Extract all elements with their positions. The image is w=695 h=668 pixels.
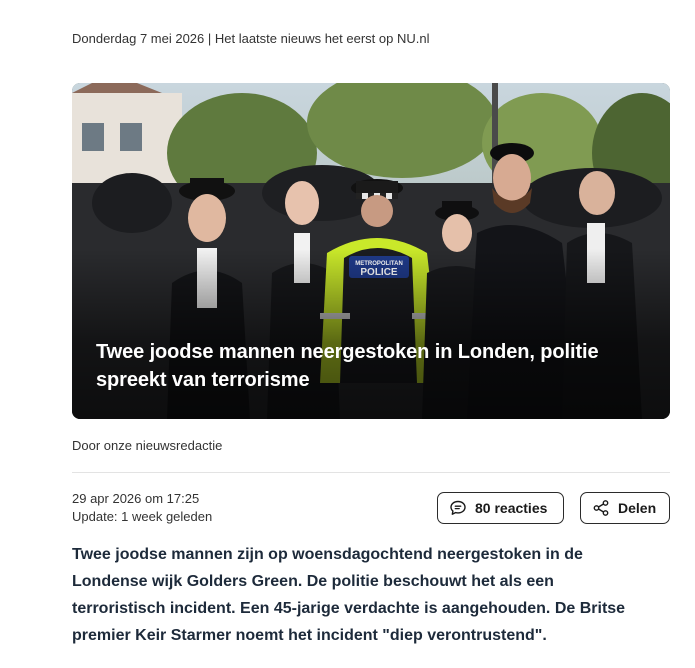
share-label: Delen	[618, 500, 657, 516]
article-intro: Twee joodse mannen zijn op woensdagochte…	[72, 546, 626, 644]
speech-bubble-icon	[450, 500, 466, 515]
share-icon	[593, 500, 609, 516]
comments-button[interactable]: 80 reacties	[437, 492, 564, 524]
published-date: 29 apr 2026 om 17:25	[72, 491, 200, 506]
divider	[72, 472, 670, 473]
updated-date: Update: 1 week geleden	[72, 509, 213, 524]
share-button[interactable]: Delen	[580, 492, 670, 524]
comments-count: 80 reacties	[475, 500, 548, 516]
byline: Door onze nieuwsredactie	[72, 438, 223, 453]
dateline: Donderdag 7 mei 2026 | Het laatste nieuw…	[72, 31, 430, 46]
article-headline[interactable]: Twee joodse mannen neergestoken in Londe…	[96, 338, 636, 394]
article-meta: 29 apr 2026 om 17:25 Update: 1 week gele…	[72, 490, 212, 526]
hero-image[interactable]: METROPOLITAN POLICE Twee joodse mannen n…	[72, 83, 670, 419]
